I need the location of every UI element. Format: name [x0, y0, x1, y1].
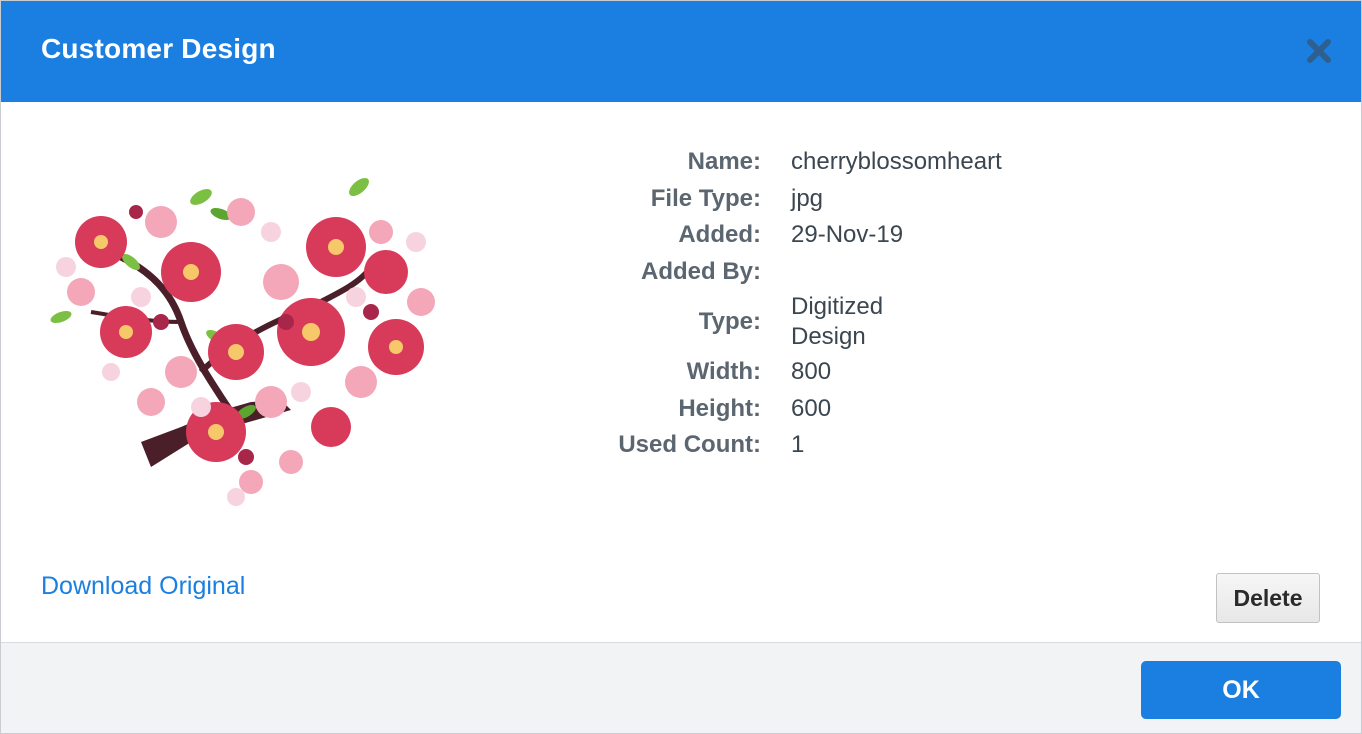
- height-label: Height:: [678, 394, 761, 422]
- detail-row-name: Name: cherryblossomheart: [561, 144, 1121, 181]
- cherry-blossom-heart-image: [50, 178, 435, 506]
- design-details: Name: cherryblossomheart File Type: jpg …: [561, 144, 1121, 464]
- added-label: Added:: [678, 221, 761, 249]
- customer-design-dialog: Customer Design Name: cherryblossomheart…: [0, 0, 1362, 734]
- file-type-value: jpg: [791, 184, 824, 212]
- added-by-label: Added By:: [641, 257, 761, 285]
- delete-button[interactable]: Delete: [1216, 573, 1320, 623]
- name-value: cherryblossomheart: [791, 148, 1002, 176]
- width-value: 800: [791, 358, 832, 386]
- dialog-title: Customer Design: [41, 33, 276, 64]
- detail-row-used-count: Used Count: 1: [561, 427, 1121, 464]
- detail-row-height: Height: 600: [561, 391, 1121, 428]
- detail-row-type: Type: Digitized Design: [561, 290, 1121, 354]
- added-value: 29-Nov-19: [791, 221, 904, 249]
- dialog-body: Name: cherryblossomheart File Type: jpg …: [1, 102, 1361, 642]
- used-count-value: 1: [791, 431, 805, 459]
- used-count-label: Used Count:: [618, 431, 761, 459]
- height-value: 600: [791, 394, 832, 422]
- download-original-link[interactable]: Download Original: [41, 572, 245, 601]
- detail-row-width: Width: 800: [561, 354, 1121, 391]
- detail-row-added-by: Added By:: [561, 254, 1121, 291]
- detail-row-file-type: File Type: jpg: [561, 181, 1121, 218]
- dialog-header: Customer Design: [1, 1, 1361, 102]
- ok-button[interactable]: OK: [1141, 661, 1341, 719]
- file-type-label: File Type:: [650, 184, 761, 212]
- detail-row-added: Added: 29-Nov-19: [561, 217, 1121, 254]
- type-label: Type:: [698, 308, 761, 335]
- close-icon[interactable]: [1305, 37, 1333, 65]
- type-value: Digitized Design: [791, 293, 884, 350]
- name-label: Name:: [687, 148, 761, 176]
- design-preview-image: [41, 172, 441, 512]
- width-label: Width:: [686, 358, 761, 386]
- dialog-footer: OK: [1, 642, 1361, 733]
